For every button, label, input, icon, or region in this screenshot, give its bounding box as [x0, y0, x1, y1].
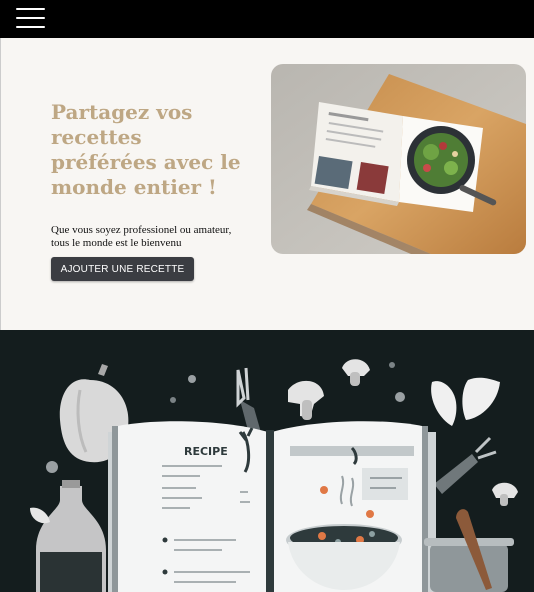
hero-photo	[271, 64, 526, 254]
top-navbar	[0, 0, 534, 38]
recipe-book-illustration: RECIPE	[30, 359, 518, 592]
hero-title: Partagez vos recettes préférées avec le …	[51, 100, 241, 199]
book-recipe-label: RECIPE	[184, 445, 228, 458]
add-recipe-button[interactable]: AJOUTER UNE RECETTE	[51, 257, 194, 281]
illustration-section: RECIPE	[0, 330, 534, 592]
hero-section: Partagez vos recettes préférées avec le …	[0, 38, 534, 330]
hamburger-menu-icon[interactable]	[16, 8, 45, 30]
hero-subtitle: Que vous soyez professionel ou amateur, …	[51, 224, 232, 249]
